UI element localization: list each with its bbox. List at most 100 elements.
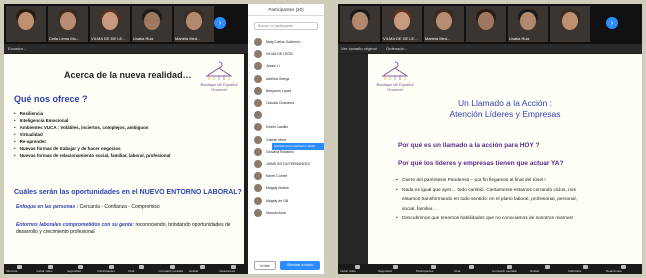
participant-row[interactable]: Karen Cornell bbox=[248, 170, 324, 182]
participant-video-thumbnail[interactable]: Mariela Med... bbox=[174, 6, 214, 42]
next-thumbnails-arrow-icon[interactable]: › bbox=[214, 17, 226, 29]
participant-video-thumbnail[interactable]: VILMA DE DE LE... bbox=[382, 6, 422, 42]
toolbar-label[interactable]: Compartir pantalla bbox=[159, 269, 184, 273]
participant-row[interactable]: VILMA DE LEON bbox=[248, 48, 324, 60]
participant-search-input[interactable]: Buscar un participante bbox=[254, 22, 318, 30]
participant-name: Claudia Chavarría bbox=[266, 101, 295, 106]
toolbar-label[interactable]: Seguridad bbox=[67, 269, 81, 273]
participant-video-thumbnail[interactable] bbox=[340, 6, 380, 42]
toolbar-label[interactable]: Silenciar bbox=[6, 269, 18, 273]
toolbar-label[interactable]: Participantes bbox=[416, 269, 433, 273]
toolbar-label[interactable]: Chat bbox=[128, 269, 134, 273]
toolbar-label[interactable]: Seguridad bbox=[378, 269, 392, 273]
toolbar-label[interactable]: Compartir pantalla bbox=[492, 269, 517, 273]
avatar bbox=[254, 62, 262, 71]
participant-name: JAIME BOTIA FERNANDEZ bbox=[266, 161, 310, 166]
view-size-label[interactable]: Ver: tamaño original bbox=[341, 44, 377, 53]
participant-face bbox=[144, 12, 160, 30]
participant-face bbox=[60, 12, 76, 30]
participant-row[interactable]: Maty Carlos Gutiérrez... bbox=[248, 36, 324, 48]
participant-face bbox=[18, 12, 34, 30]
participant-face bbox=[478, 12, 494, 30]
shared-slide: Boutique de Español Gourmet Acerca de la… bbox=[4, 54, 244, 264]
participants-header: Participantes (20) bbox=[248, 4, 324, 16]
participant-row[interactable] bbox=[248, 109, 324, 121]
participant-row[interactable]: JAIME BOTIA FERNANDEZ bbox=[248, 158, 324, 170]
participant-name: Magaly Noboa bbox=[266, 186, 289, 191]
slide-bullet-list-right: Cierre del paréntesis Pandemia – por fin… bbox=[396, 176, 636, 224]
sorted-label[interactable]: Ordenado... bbox=[386, 44, 407, 53]
toolbar-icon[interactable] bbox=[139, 265, 145, 269]
participant-row[interactable]: Magaly de Gill bbox=[248, 194, 324, 206]
participant-row[interactable]: Claudia Chavarría bbox=[248, 97, 324, 109]
slide-title-line1: Un Llamado a la Acción : bbox=[457, 98, 553, 108]
toolbar-label[interactable]: Grabar bbox=[530, 269, 539, 273]
participant-video-thumbnail[interactable]: VILMA DE DE LE... bbox=[90, 6, 130, 42]
bullet-item: social, familiar… bbox=[402, 206, 438, 212]
invite-button[interactable]: Invitar bbox=[254, 261, 276, 270]
participant-row[interactable]: Jessie Li bbox=[248, 60, 324, 72]
slide-question-2: Por qué los líderes y empresas tienen qu… bbox=[398, 160, 564, 167]
toolbar-icon[interactable] bbox=[469, 265, 474, 269]
bullet-item: Virtualidad bbox=[14, 131, 170, 138]
meeting-window-left: Celia Lema Mo... VILMA DE DE LE... Usaka R… bbox=[4, 4, 324, 274]
composite-screenshot: Celia Lema Mo... VILMA DE DE LE... Usaka R… bbox=[0, 0, 646, 278]
participant-video-thumbnail[interactable] bbox=[550, 6, 590, 42]
entornos-label: Entornos laborales comprometidos con su … bbox=[16, 222, 135, 228]
bullet-item: Re-aprender bbox=[14, 138, 170, 145]
toolbar-label[interactable]: Iniciar video bbox=[37, 269, 53, 273]
thumbnail-name: Mariela Med... bbox=[175, 36, 201, 41]
participant-row[interactable]: Edwin Castillo bbox=[248, 121, 324, 133]
toolbar-label[interactable]: Reacciones bbox=[606, 269, 622, 273]
participant-video-thumbnail[interactable] bbox=[6, 6, 46, 42]
participant-name: VILMA DE LEON bbox=[266, 52, 293, 57]
slide-title-line2: Atención Líderes y Empresas bbox=[449, 109, 561, 119]
meeting-toolbar-right: Iniciar video Seguridad Participantes Chat C… bbox=[338, 264, 642, 274]
participant-row[interactable]: Manuel Avila bbox=[248, 207, 324, 219]
participant-face bbox=[186, 12, 202, 30]
avatar bbox=[254, 196, 262, 205]
meeting-window-right: VILMA DE DE LE... Mariela Med... Usaka Rui… bbox=[338, 4, 642, 274]
thumbnail-name: VILMA DE DE LE... bbox=[91, 36, 126, 41]
bullet-item: Ambientes VUCA : Volátiles, inciertos, c… bbox=[14, 124, 170, 131]
toolbar-label[interactable]: Subtítulos bbox=[568, 269, 581, 273]
thumbnail-name: VILMA DE DE LE... bbox=[383, 36, 418, 41]
toolbar-icon[interactable] bbox=[200, 265, 206, 269]
participant-face bbox=[520, 12, 536, 30]
participant-face bbox=[394, 12, 410, 30]
participant-video-thumbnail[interactable] bbox=[466, 6, 506, 42]
participant-row[interactable]: Magaly Noboa bbox=[248, 182, 324, 194]
toolbar-label[interactable]: Reacciones bbox=[220, 269, 236, 273]
participant-video-thumbnail[interactable]: Usaka Ruiz bbox=[508, 6, 548, 42]
mute-all-button[interactable]: Silenciar a todos bbox=[280, 261, 320, 270]
participant-name: Edwin Castillo bbox=[266, 125, 288, 130]
avatar bbox=[254, 123, 262, 132]
participant-name: Giovana Robalino bbox=[266, 149, 294, 154]
toolbar-label[interactable]: Iniciar video bbox=[340, 269, 356, 273]
slide-question: Cuáles serán las oportunidades en el NUE… bbox=[14, 189, 242, 196]
participant-row[interactable]: Benjamín López bbox=[248, 85, 324, 97]
toolbar-label[interactable]: Chat bbox=[454, 269, 460, 273]
next-thumbnails-arrow-icon[interactable]: › bbox=[606, 17, 618, 29]
participant-name: Gabriel Mora bbox=[266, 137, 287, 142]
participant-video-thumbnail[interactable]: Usaka Ruiz bbox=[132, 6, 172, 42]
toolbar-label[interactable]: Grabar bbox=[189, 269, 198, 273]
slide-bullet-list: ResilienciaInteligencia EmocionalAmbient… bbox=[14, 110, 171, 159]
toolbar-icon[interactable] bbox=[545, 265, 550, 269]
thumbnail-name: Usaka Ruiz bbox=[133, 36, 154, 41]
toolbar-icon[interactable] bbox=[583, 265, 588, 269]
participant-video-thumbnail[interactable]: Celia Lema Mo... bbox=[48, 6, 88, 42]
bullet-item: Inteligencia Emocional bbox=[14, 117, 170, 124]
avatar bbox=[254, 172, 262, 181]
slide-question-1: Por qué es un llamado a la acción para H… bbox=[398, 142, 540, 149]
toolbar-label[interactable]: Participantes bbox=[98, 269, 115, 273]
avatar bbox=[254, 111, 262, 120]
toolbar-icon[interactable] bbox=[17, 265, 23, 269]
participant-list: Maty Carlos Gutiérrez... VILMA DE LEON Jes… bbox=[248, 36, 324, 219]
avatar bbox=[254, 74, 262, 83]
participant-video-thumbnail[interactable]: Mariela Med... bbox=[424, 6, 464, 42]
participant-row[interactable]: Adelina Ortega bbox=[248, 73, 324, 85]
toolbar-icon[interactable] bbox=[393, 265, 398, 269]
hanger-logo-icon bbox=[205, 61, 233, 80]
unmute-request-tooltip[interactable]: Solicitar para reactivar el audio bbox=[272, 143, 324, 150]
